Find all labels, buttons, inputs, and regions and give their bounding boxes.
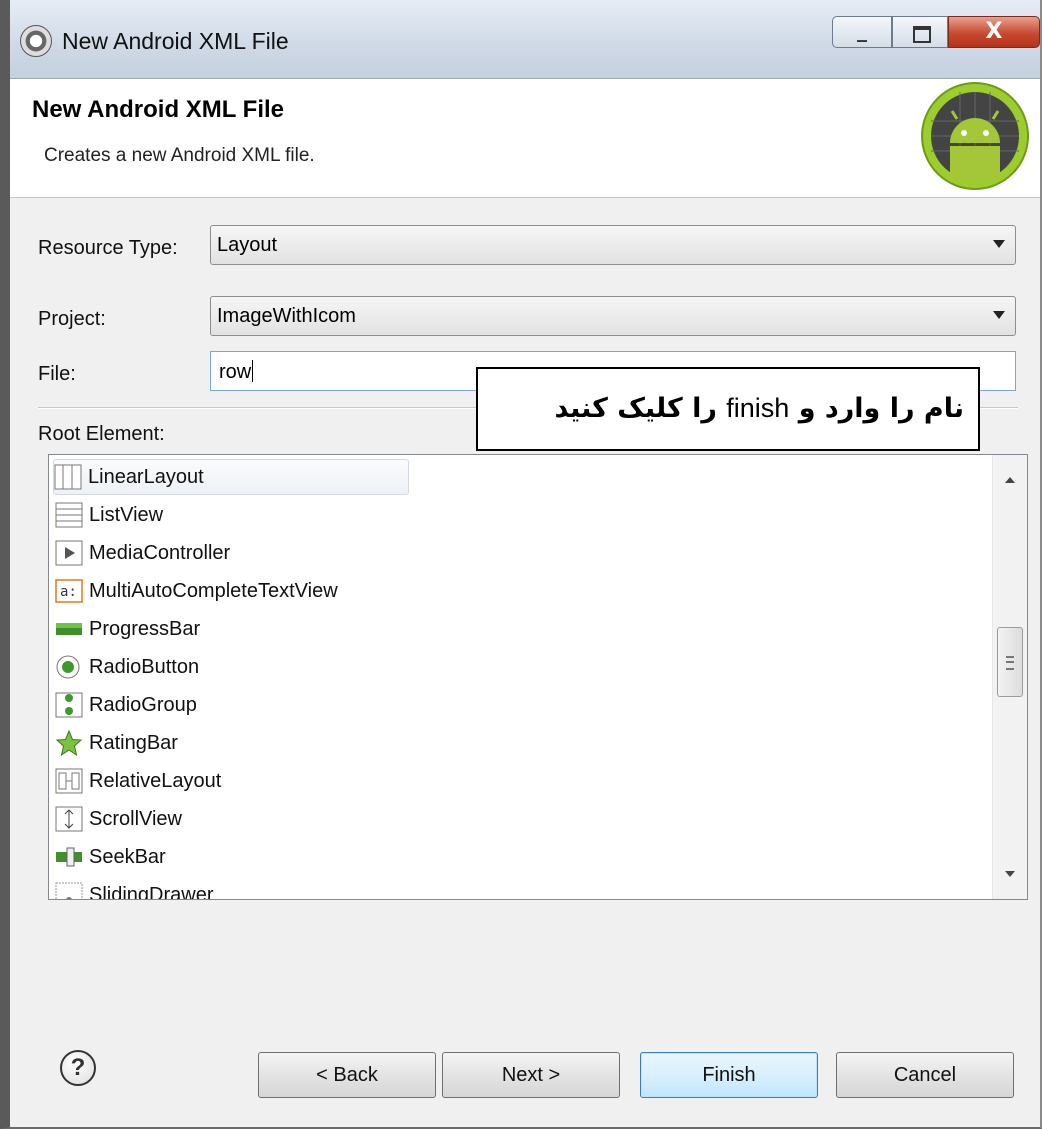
- eclipse-app-icon: [20, 25, 52, 57]
- list-item[interactable]: a: MultiAutoCompleteTextView: [55, 573, 338, 609]
- progress-bar-icon: [55, 616, 83, 642]
- close-button[interactable]: X: [948, 16, 1040, 48]
- project-label: Project:: [38, 308, 106, 330]
- minimize-button[interactable]: _: [832, 16, 892, 48]
- list-view-icon: [55, 502, 83, 528]
- radio-group-icon: [55, 692, 83, 718]
- close-icon: X: [985, 19, 1003, 44]
- cancel-button[interactable]: Cancel: [836, 1052, 1014, 1098]
- list-item[interactable]: RadioButton: [55, 649, 199, 685]
- list-item-label: ListView: [89, 503, 164, 526]
- minimize-icon: _: [857, 18, 867, 42]
- list-item[interactable]: MediaController: [55, 535, 230, 571]
- instruction-annotation: نام را وارد و finish را کلیک کنید: [476, 367, 980, 451]
- list-item[interactable]: LinearLayout: [53, 459, 409, 495]
- annotation-text-part2: finish: [726, 393, 790, 423]
- list-item[interactable]: RelativeLayout: [55, 763, 221, 799]
- list-item-label: RelativeLayout: [89, 769, 222, 792]
- list-item-label: ProgressBar: [89, 617, 201, 640]
- resource-type-label: Resource Type:: [38, 237, 178, 259]
- dialog-window: New Android XML File _ X New Android XML…: [0, 0, 1042, 1129]
- list-item[interactable]: ScrollView: [55, 801, 182, 837]
- list-item[interactable]: ProgressBar: [55, 611, 200, 647]
- root-element-label: Root Element:: [38, 423, 165, 445]
- list-item-label: MediaController: [89, 541, 231, 564]
- list-item-label: SlidingDrawer: [89, 883, 214, 900]
- list-item[interactable]: RatingBar: [55, 725, 178, 761]
- back-button[interactable]: < Back: [258, 1052, 436, 1098]
- list-item-label: RatingBar: [89, 731, 178, 754]
- finish-button[interactable]: Finish: [640, 1052, 818, 1098]
- maximize-icon: [913, 26, 931, 43]
- linear-layout-icon: [54, 464, 82, 490]
- scrollbar-thumb[interactable]: [997, 627, 1023, 697]
- maximize-button[interactable]: [892, 16, 948, 48]
- dropdown-arrow-icon: [993, 240, 1005, 248]
- text-view-icon: a:: [55, 578, 83, 604]
- root-element-list[interactable]: LinearLayout ListView MediaController a:…: [48, 454, 1028, 900]
- scroll-up-icon[interactable]: [1005, 477, 1015, 483]
- scroll-down-icon[interactable]: [1005, 871, 1015, 877]
- list-item-label: RadioGroup: [89, 693, 197, 716]
- list-item-label: LinearLayout: [88, 465, 204, 488]
- file-label: File:: [38, 363, 76, 385]
- list-item-label: SeekBar: [89, 845, 166, 868]
- media-controller-icon: [55, 540, 83, 566]
- list-item-label: RadioButton: [89, 655, 200, 678]
- list-item[interactable]: SeekBar: [55, 839, 166, 875]
- radio-button-icon: [55, 654, 83, 680]
- grip-icon: [1006, 656, 1014, 670]
- android-logo-icon: [921, 82, 1029, 190]
- annotation-text-part3: را کلیک کنید: [554, 393, 727, 424]
- resource-type-dropdown[interactable]: Layout: [210, 225, 1016, 265]
- svg-text:a:: a:: [60, 584, 77, 600]
- sliding-drawer-icon: [55, 882, 83, 899]
- scroll-view-icon: [55, 806, 83, 832]
- help-icon[interactable]: ?: [60, 1050, 96, 1086]
- next-button[interactable]: Next >: [442, 1052, 620, 1098]
- list-item-label: MultiAutoCompleteTextView: [89, 579, 338, 602]
- wizard-banner: New Android XML File Creates a new Andro…: [10, 79, 1040, 198]
- star-icon: [55, 729, 83, 757]
- list-item[interactable]: RadioGroup: [55, 687, 197, 723]
- dropdown-arrow-icon: [993, 311, 1005, 319]
- resource-type-value: Layout: [217, 234, 278, 256]
- list-item-label: ScrollView: [89, 807, 182, 830]
- relative-layout-icon: [55, 768, 83, 794]
- project-dropdown[interactable]: ImageWithIcom: [210, 296, 1016, 336]
- annotation-text-part1: نام را وارد و: [789, 393, 964, 424]
- text-caret: [252, 360, 254, 382]
- wizard-description: Creates a new Android XML file.: [44, 145, 315, 166]
- seek-bar-icon: [55, 844, 83, 870]
- wizard-title: New Android XML File: [32, 96, 285, 123]
- project-value: ImageWithIcom: [217, 305, 356, 327]
- window-title: New Android XML File: [62, 28, 289, 54]
- list-item[interactable]: ListView: [55, 497, 163, 533]
- file-name-value: row: [219, 361, 252, 383]
- title-bar[interactable]: New Android XML File _ X: [10, 0, 1040, 79]
- list-item[interactable]: SlidingDrawer: [55, 877, 214, 900]
- list-scrollbar[interactable]: [992, 455, 1027, 899]
